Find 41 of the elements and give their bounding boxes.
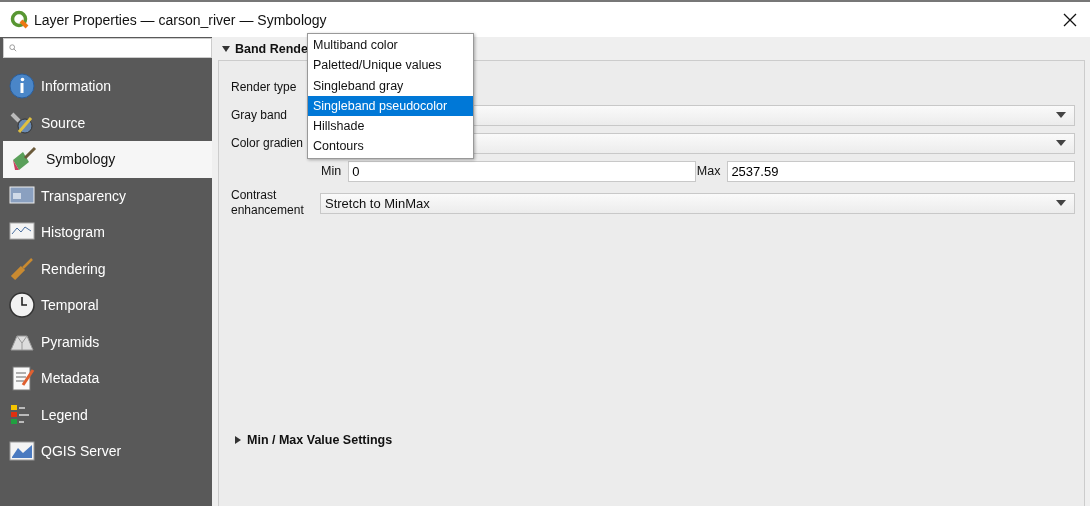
caret-icon: [1056, 200, 1066, 206]
field-label: Gray band: [231, 108, 289, 122]
caret-icon: [1056, 112, 1066, 118]
collapse-arrow-icon[interactable]: [222, 44, 230, 53]
sidebar-item[interactable]: Source: [3, 104, 212, 141]
field-label: Max: [696, 164, 721, 178]
section-title[interactable]: Band Rende: [235, 41, 308, 56]
sidebar-item[interactable]: Pyramids: [3, 323, 212, 360]
caret-icon: [1056, 140, 1066, 146]
field-label: Min: [321, 164, 342, 178]
brush-icon: [9, 255, 35, 282]
section-title[interactable]: Min / Max Value Settings: [247, 433, 393, 447]
sidebar-item[interactable]: Temporal: [3, 287, 212, 324]
sidebar-item[interactable]: Histogram: [3, 214, 212, 251]
dropdown-option[interactable]: Hillshade: [308, 116, 473, 137]
sidebar-item[interactable]: QGIS Server: [3, 433, 212, 470]
sidebar-item[interactable]: Information: [3, 68, 212, 105]
search-field[interactable]: [3, 38, 212, 58]
expand-arrow-icon[interactable]: [234, 436, 242, 444]
dropdown-option[interactable]: Singleband pseudocolor: [308, 95, 473, 117]
dropdown-option[interactable]: Multiband color: [308, 35, 473, 56]
document-pencil-icon: [9, 365, 35, 392]
paintbrush-icon: [11, 146, 37, 173]
sidebar-item[interactable]: Metadata: [3, 360, 212, 397]
info-icon: [9, 73, 35, 100]
dropdown-option[interactable]: Singleband gray: [308, 75, 473, 96]
sidebar-item[interactable]: Legend: [3, 396, 212, 433]
sidebar-item[interactable]: Rendering: [3, 250, 212, 287]
input-field[interactable]: 2537.59: [727, 160, 1075, 182]
clock-icon: [9, 292, 35, 319]
search-icon: [9, 44, 17, 52]
window-title: Layer Properties — carson_river — Symbology: [34, 11, 328, 28]
dropdown-option[interactable]: Contours: [308, 136, 473, 157]
dropdown-option[interactable]: Paletted/Unique values: [308, 55, 473, 76]
input-field[interactable]: 0: [348, 160, 696, 182]
close-icon[interactable]: [1063, 12, 1077, 27]
dropdown[interactable]: Stretch to MinMax: [320, 192, 1075, 214]
sidebar-item[interactable]: Symbology: [3, 141, 212, 178]
sidebar-item[interactable]: Transparency: [3, 177, 212, 214]
field-label: Contrast enhancement: [231, 188, 305, 218]
logo-icon: [10, 9, 30, 30]
